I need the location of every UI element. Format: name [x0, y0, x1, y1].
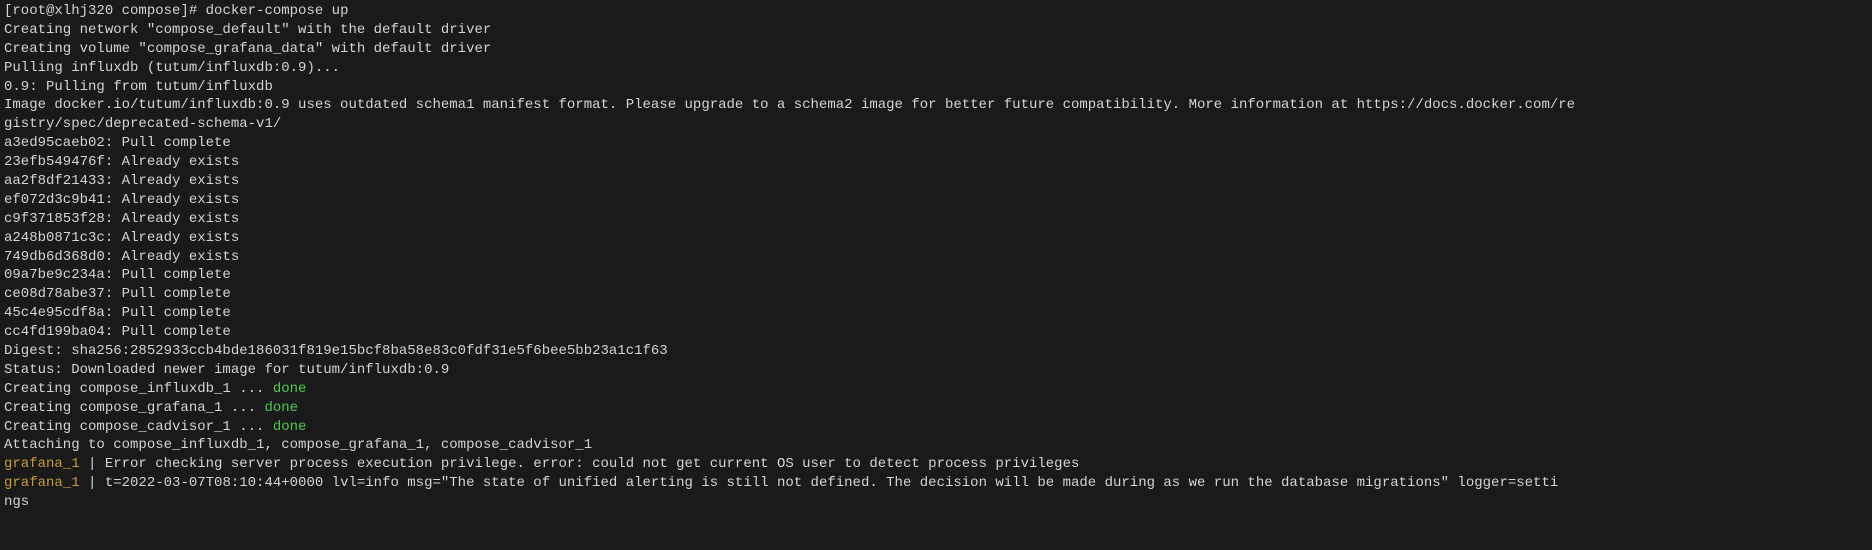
prompt-line: [root@xlhj320 compose]# docker-compose u…: [4, 2, 1868, 21]
output-line: 0.9: Pulling from tutum/influxdb: [4, 78, 1868, 97]
terminal-output[interactable]: [root@xlhj320 compose]# docker-compose u…: [4, 2, 1868, 512]
output-line: gistry/spec/deprecated-schema-v1/: [4, 115, 1868, 134]
log-message: Error checking server process execution …: [105, 456, 1080, 472]
service-name: grafana_1: [4, 475, 88, 491]
output-line: Image docker.io/tutum/influxdb:0.9 uses …: [4, 96, 1868, 115]
service-name: grafana_1: [4, 456, 88, 472]
prompt-user-host: [root@xlhj320 compose]#: [4, 3, 197, 19]
output-line: Status: Downloaded newer image for tutum…: [4, 361, 1868, 380]
output-line: Creating network "compose_default" with …: [4, 21, 1868, 40]
create-line: Creating compose_grafana_1 ... done: [4, 399, 1868, 418]
layer-line: a248b0871c3c: Already exists: [4, 229, 1868, 248]
output-line: Pulling influxdb (tutum/influxdb:0.9)...: [4, 59, 1868, 78]
layer-line: 45c4e95cdf8a: Pull complete: [4, 304, 1868, 323]
create-text: Creating compose_influxdb_1 ...: [4, 381, 273, 397]
layer-line: ce08d78abe37: Pull complete: [4, 285, 1868, 304]
create-line: Creating compose_cadvisor_1 ... done: [4, 418, 1868, 437]
log-line: grafana_1 | t=2022-03-07T08:10:44+0000 l…: [4, 474, 1868, 493]
layer-line: ef072d3c9b41: Already exists: [4, 191, 1868, 210]
output-line: ngs: [4, 493, 1868, 512]
done-label: done: [273, 381, 307, 397]
log-message: t=2022-03-07T08:10:44+0000 lvl=info msg=…: [105, 475, 1558, 491]
layer-line: a3ed95caeb02: Pull complete: [4, 134, 1868, 153]
create-list: Creating compose_influxdb_1 ... doneCrea…: [4, 380, 1868, 437]
command-text: docker-compose up: [206, 3, 349, 19]
layer-line: aa2f8df21433: Already exists: [4, 172, 1868, 191]
done-label: done: [273, 419, 307, 435]
output-line: Creating volume "compose_grafana_data" w…: [4, 40, 1868, 59]
layer-list: a3ed95caeb02: Pull complete23efb549476f:…: [4, 134, 1868, 342]
layer-line: 23efb549476f: Already exists: [4, 153, 1868, 172]
layer-line: c9f371853f28: Already exists: [4, 210, 1868, 229]
log-list: grafana_1 | Error checking server proces…: [4, 455, 1868, 493]
log-line: grafana_1 | Error checking server proces…: [4, 455, 1868, 474]
create-line: Creating compose_influxdb_1 ... done: [4, 380, 1868, 399]
create-text: Creating compose_cadvisor_1 ...: [4, 419, 273, 435]
output-line: Digest: sha256:2852933ccb4bde186031f819e…: [4, 342, 1868, 361]
separator: |: [88, 456, 105, 472]
layer-line: 749db6d368d0: Already exists: [4, 248, 1868, 267]
done-label: done: [264, 400, 298, 416]
create-text: Creating compose_grafana_1 ...: [4, 400, 264, 416]
separator: |: [88, 475, 105, 491]
layer-line: 09a7be9c234a: Pull complete: [4, 266, 1868, 285]
output-line: Attaching to compose_influxdb_1, compose…: [4, 436, 1868, 455]
layer-line: cc4fd199ba04: Pull complete: [4, 323, 1868, 342]
